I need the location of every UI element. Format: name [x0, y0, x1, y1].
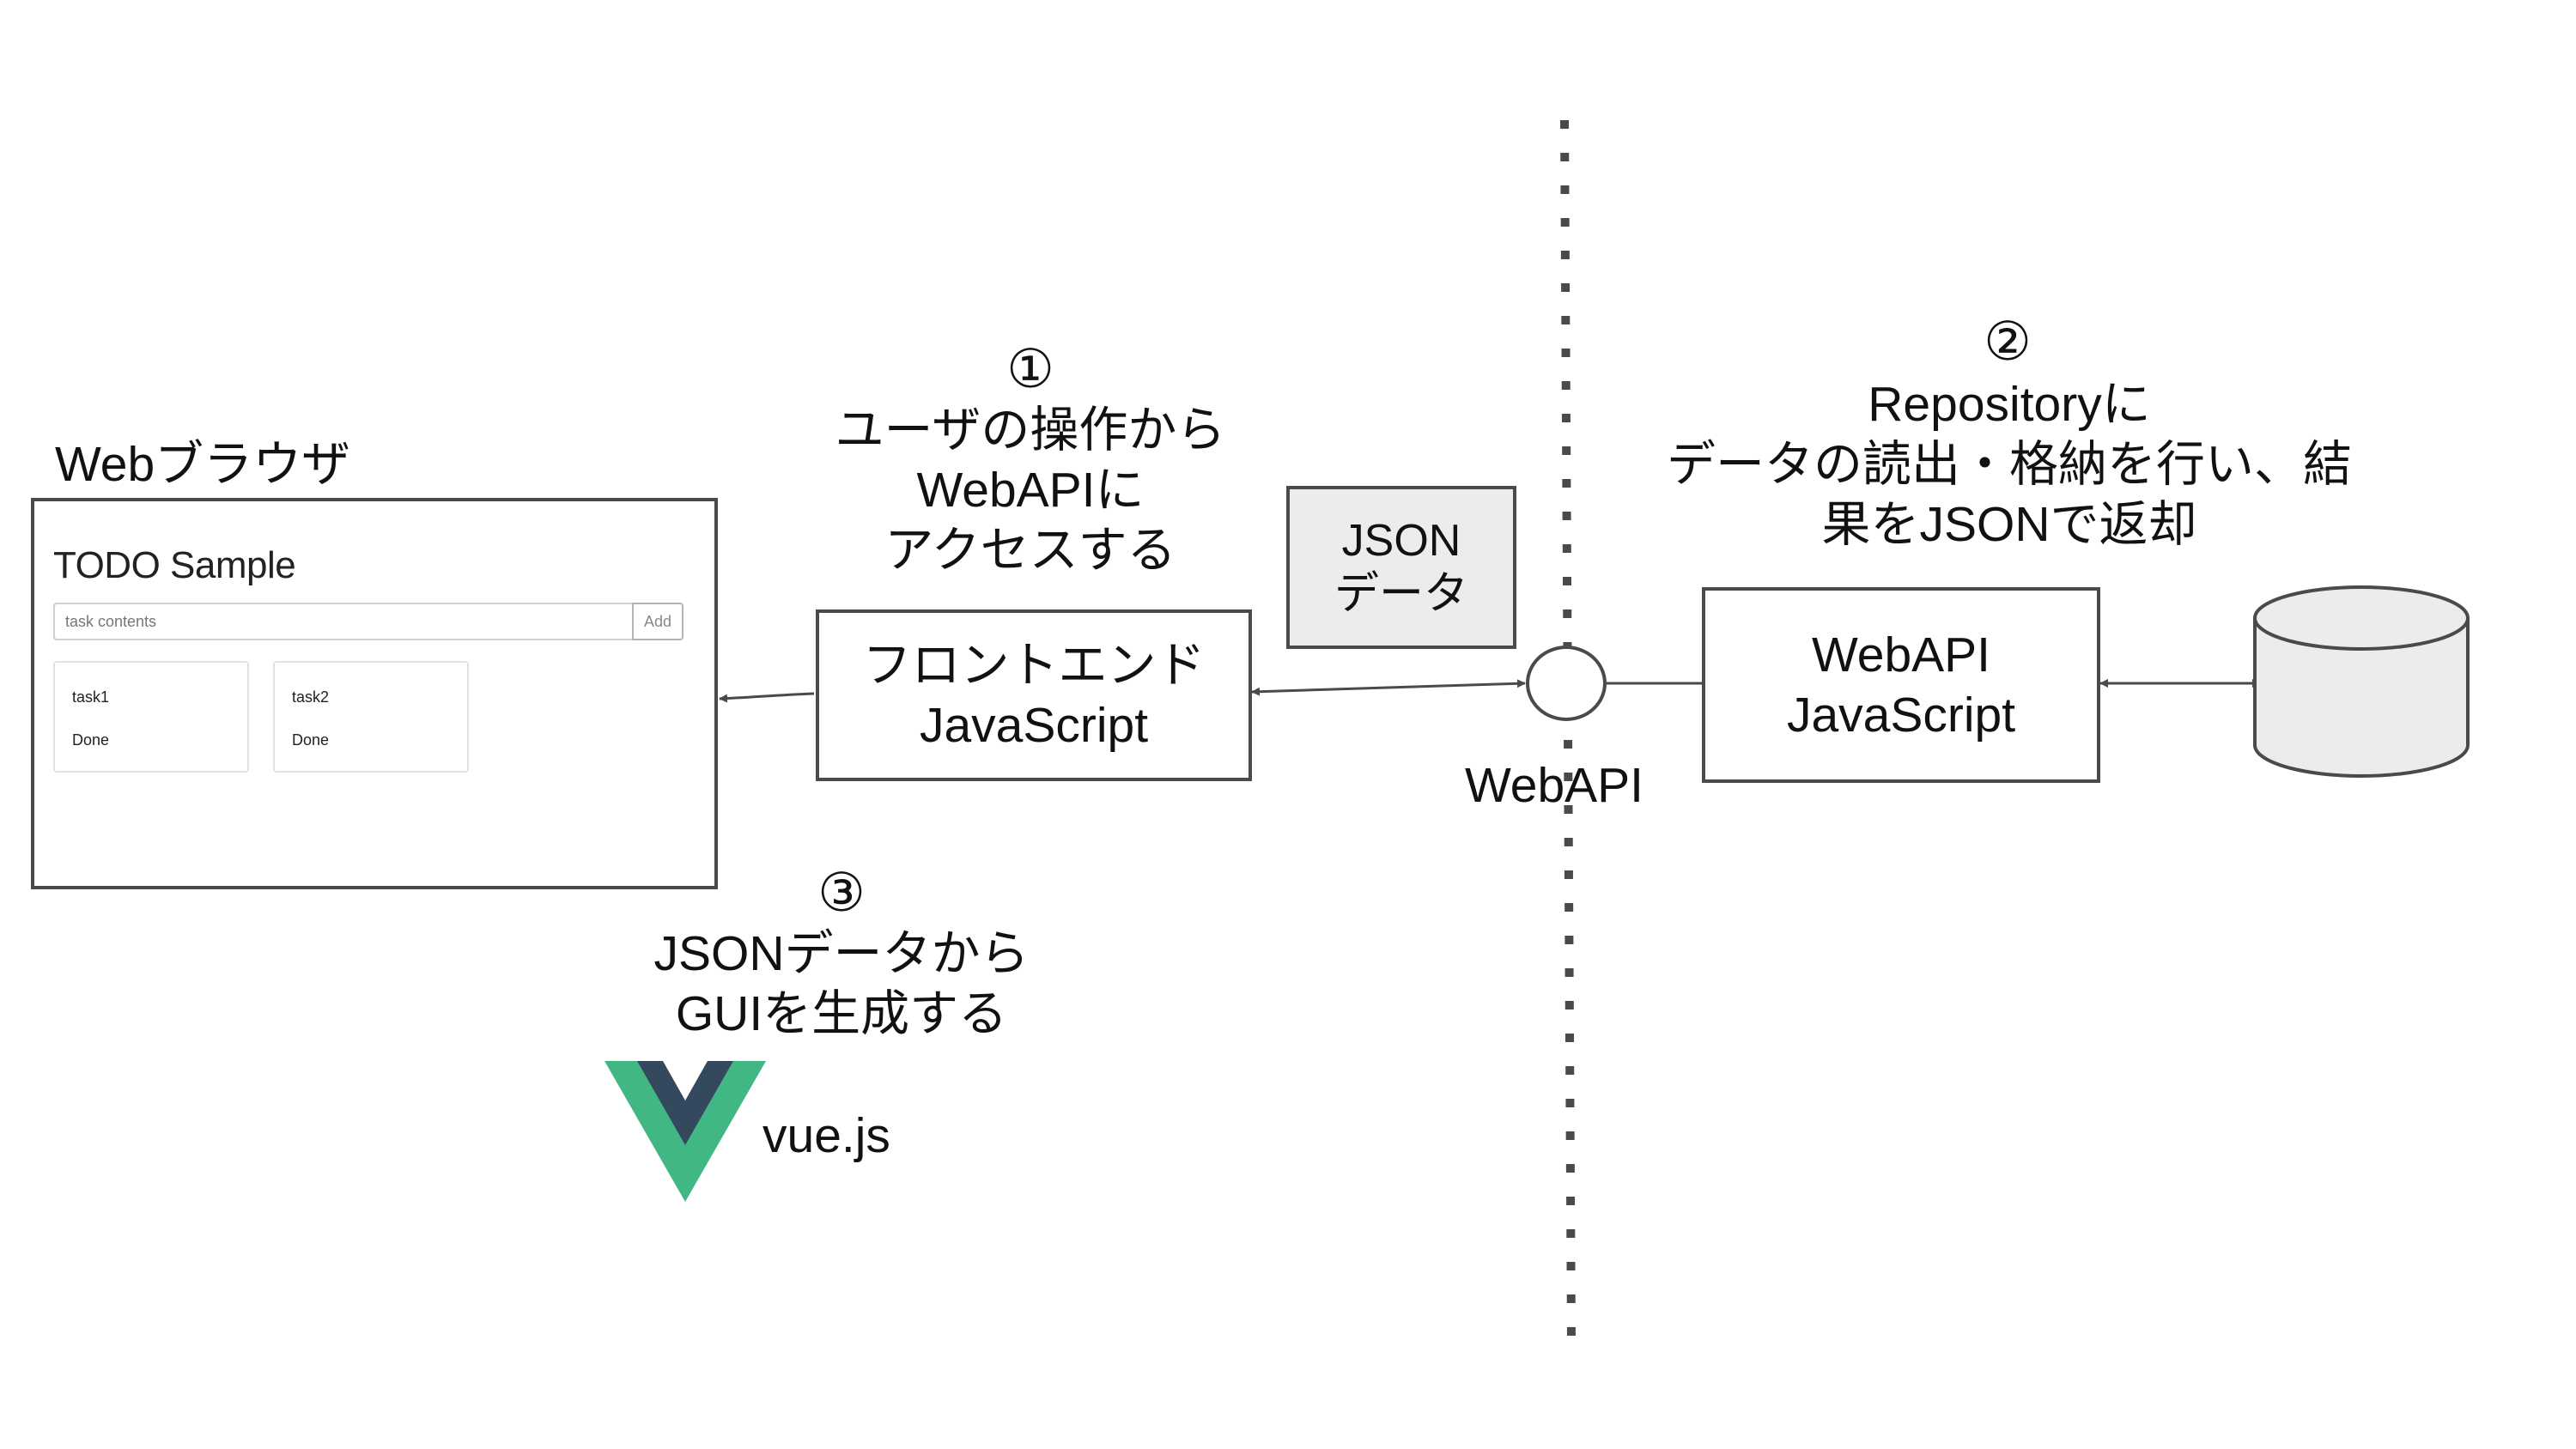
webapi-interface-label: WebAPI [1464, 758, 1644, 813]
vue-logo-icon [605, 1061, 766, 1202]
task-card: task2 Done [273, 661, 469, 773]
vue-label: vue.js [762, 1108, 890, 1163]
step3-line: GUIを生成する [675, 986, 1008, 1041]
step2-caption: Repositoryに データの読出・格納を行い、結 果をJSONで返却 [1666, 374, 2353, 555]
step3-caption: JSONデータから GUIを生成する [618, 924, 1065, 1044]
repository-database-icon [2253, 585, 2470, 778]
step2-number: ② [1984, 312, 2032, 372]
step1-line: アクセスする [884, 523, 1176, 578]
task-input[interactable]: task contents [53, 603, 634, 640]
frontend-line: フロントエンド [862, 638, 1206, 693]
step1-line: WebAPIに [916, 463, 1145, 518]
webapi-line: WebAPI [1811, 627, 1991, 682]
task-done-button[interactable]: Done [72, 731, 109, 749]
add-button[interactable]: Add [632, 603, 683, 640]
frontend-line: JavaScript [919, 698, 1149, 753]
step3-line: JSONデータから [653, 926, 1030, 981]
step2-line: Repositoryに [1868, 377, 2151, 432]
webapi-box: WebAPI JavaScript [1702, 587, 2100, 783]
webapi-interface-circle [1526, 646, 1607, 721]
step1-caption: ユーザの操作から WebAPIに アクセスする [790, 400, 1271, 580]
task-card: task1 Done [53, 661, 249, 773]
browser-mockup: TODO Sample task contents Add task1 Done… [31, 498, 718, 889]
task-name: task1 [72, 688, 110, 706]
frontend-box: フロントエンド JavaScript [816, 609, 1252, 781]
browser-label: Webブラウザ [55, 437, 351, 492]
step3-number: ③ [817, 864, 866, 923]
json-line: JSON [1341, 516, 1461, 566]
step2-line: 果をJSONで返却 [1821, 497, 2197, 552]
frontend-to-browser-arrow [719, 692, 815, 703]
frontend-webapi-arrow [1251, 679, 1526, 696]
step1-line: ユーザの操作から [835, 403, 1226, 458]
step2-line: データの読出・格納を行い、結 [1667, 437, 2352, 492]
json-data-box: JSON データ [1286, 486, 1516, 649]
webapi-line: JavaScript [1786, 688, 2016, 743]
boundary-dotted-line [1560, 119, 1576, 1340]
task-done-button[interactable]: Done [292, 731, 329, 749]
todo-app-title: TODO Sample [53, 544, 296, 586]
task-name: task2 [292, 688, 330, 706]
step1-number: ① [1006, 340, 1054, 399]
json-line: データ [1334, 569, 1468, 619]
